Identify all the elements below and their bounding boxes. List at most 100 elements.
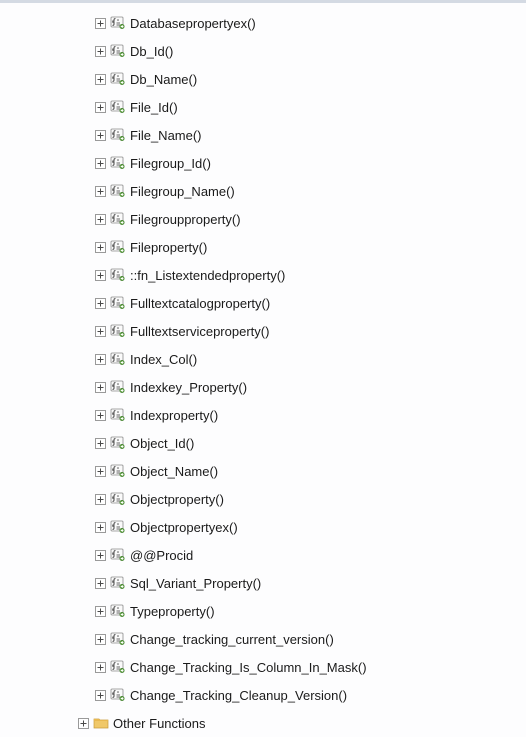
- tree-node-function[interactable]: Fulltextserviceproperty(): [0, 317, 526, 345]
- tree-node-label: Indexkey_Property(): [130, 381, 247, 394]
- tree-node-label: Db_Id(): [130, 45, 173, 58]
- expand-icon[interactable]: [95, 550, 106, 561]
- tree-node-function[interactable]: Indexkey_Property(): [0, 373, 526, 401]
- tree-node-label: Objectpropertyex(): [130, 521, 238, 534]
- tree-node-function[interactable]: Filegroup_Name(): [0, 177, 526, 205]
- tree-node-label: Fileproperty(): [130, 241, 207, 254]
- tree-node-function[interactable]: File_Name(): [0, 121, 526, 149]
- function-icon: [110, 603, 126, 619]
- expand-icon[interactable]: [95, 438, 106, 449]
- function-icon: [110, 491, 126, 507]
- expand-icon[interactable]: [95, 466, 106, 477]
- expand-icon[interactable]: [95, 158, 106, 169]
- tree-node-label: Other Functions: [113, 717, 206, 730]
- tree-node-function[interactable]: File_Id(): [0, 93, 526, 121]
- tree-node-function[interactable]: Typeproperty(): [0, 597, 526, 625]
- tree-node-label: File_Id(): [130, 101, 178, 114]
- expand-icon[interactable]: [95, 634, 106, 645]
- tree-node-function[interactable]: Object_Id(): [0, 429, 526, 457]
- function-icon: [110, 43, 126, 59]
- tree-node-label: Filegroup_Name(): [130, 185, 235, 198]
- function-icon: [110, 547, 126, 563]
- function-icon: [110, 435, 126, 451]
- expand-icon[interactable]: [95, 214, 106, 225]
- tree-node-label: Fulltextcatalogproperty(): [130, 297, 270, 310]
- tree-node-label: Filegroup_Id(): [130, 157, 211, 170]
- tree-node-label: Index_Col(): [130, 353, 197, 366]
- object-explorer-tree: Databasepropertyex() Db_Id() Db_Name() F…: [0, 3, 526, 737]
- tree-node-function[interactable]: Db_Name(): [0, 65, 526, 93]
- tree-node-label: Indexproperty(): [130, 409, 218, 422]
- function-icon: [110, 407, 126, 423]
- expand-icon[interactable]: [95, 410, 106, 421]
- expand-icon[interactable]: [95, 298, 106, 309]
- tree-node-label: ::fn_Listextendedproperty(): [130, 269, 285, 282]
- expand-icon[interactable]: [95, 662, 106, 673]
- function-icon: [110, 99, 126, 115]
- tree-node-function[interactable]: Index_Col(): [0, 345, 526, 373]
- function-icon: [110, 239, 126, 255]
- tree-node-function[interactable]: Object_Name(): [0, 457, 526, 485]
- expand-icon[interactable]: [95, 270, 106, 281]
- tree-node-label: File_Name(): [130, 129, 202, 142]
- expand-icon[interactable]: [95, 494, 106, 505]
- expand-icon[interactable]: [95, 606, 106, 617]
- tree-node-function[interactable]: Change_tracking_current_version(): [0, 625, 526, 653]
- tree-node-label: @@Procid: [130, 549, 193, 562]
- tree-node-label: Typeproperty(): [130, 605, 215, 618]
- function-icon: [110, 519, 126, 535]
- tree-node-label: Databasepropertyex(): [130, 17, 256, 30]
- tree-node-label: Object_Id(): [130, 437, 194, 450]
- expand-icon[interactable]: [95, 102, 106, 113]
- function-icon: [110, 295, 126, 311]
- expand-icon[interactable]: [95, 690, 106, 701]
- tree-node-label: Fulltextserviceproperty(): [130, 325, 269, 338]
- tree-node-function[interactable]: Objectproperty(): [0, 485, 526, 513]
- tree-node-function[interactable]: Fileproperty(): [0, 233, 526, 261]
- expand-icon[interactable]: [95, 578, 106, 589]
- function-icon: [110, 351, 126, 367]
- expand-icon[interactable]: [95, 242, 106, 253]
- folder-icon: [93, 715, 109, 731]
- tree-node-function[interactable]: Filegroupproperty(): [0, 205, 526, 233]
- tree-node-function[interactable]: Change_Tracking_Is_Column_In_Mask(): [0, 653, 526, 681]
- function-icon: [110, 211, 126, 227]
- function-icon: [110, 127, 126, 143]
- function-icon: [110, 687, 126, 703]
- tree-node-function[interactable]: ::fn_Listextendedproperty(): [0, 261, 526, 289]
- tree-node-function[interactable]: Fulltextcatalogproperty(): [0, 289, 526, 317]
- tree-node-label: Object_Name(): [130, 465, 218, 478]
- function-icon: [110, 463, 126, 479]
- function-icon: [110, 155, 126, 171]
- function-icon: [110, 659, 126, 675]
- tree-node-other-functions[interactable]: Other Functions: [0, 709, 526, 737]
- expand-icon[interactable]: [95, 186, 106, 197]
- tree-node-label: Filegroupproperty(): [130, 213, 241, 226]
- function-icon: [110, 71, 126, 87]
- tree-node-function[interactable]: Objectpropertyex(): [0, 513, 526, 541]
- tree-node-label: Sql_Variant_Property(): [130, 577, 261, 590]
- expand-icon[interactable]: [95, 46, 106, 57]
- expand-icon[interactable]: [95, 326, 106, 337]
- expand-icon[interactable]: [95, 522, 106, 533]
- tree-node-function[interactable]: Change_Tracking_Cleanup_Version(): [0, 681, 526, 709]
- tree-node-function[interactable]: Db_Id(): [0, 37, 526, 65]
- tree-node-function[interactable]: @@Procid: [0, 541, 526, 569]
- expand-icon[interactable]: [95, 74, 106, 85]
- function-icon: [110, 15, 126, 31]
- tree-node-function[interactable]: Indexproperty(): [0, 401, 526, 429]
- tree-node-function[interactable]: Databasepropertyex(): [0, 9, 526, 37]
- expand-icon[interactable]: [95, 18, 106, 29]
- tree-node-label: Objectproperty(): [130, 493, 224, 506]
- expand-icon[interactable]: [95, 382, 106, 393]
- expand-icon[interactable]: [78, 718, 89, 729]
- expand-icon[interactable]: [95, 354, 106, 365]
- tree-node-function[interactable]: Filegroup_Id(): [0, 149, 526, 177]
- tree-node-label: Change_Tracking_Cleanup_Version(): [130, 689, 347, 702]
- tree-node-label: Db_Name(): [130, 73, 197, 86]
- function-icon: [110, 183, 126, 199]
- expand-icon[interactable]: [95, 130, 106, 141]
- tree-node-label: Change_tracking_current_version(): [130, 633, 334, 646]
- tree-node-function[interactable]: Sql_Variant_Property(): [0, 569, 526, 597]
- function-icon: [110, 379, 126, 395]
